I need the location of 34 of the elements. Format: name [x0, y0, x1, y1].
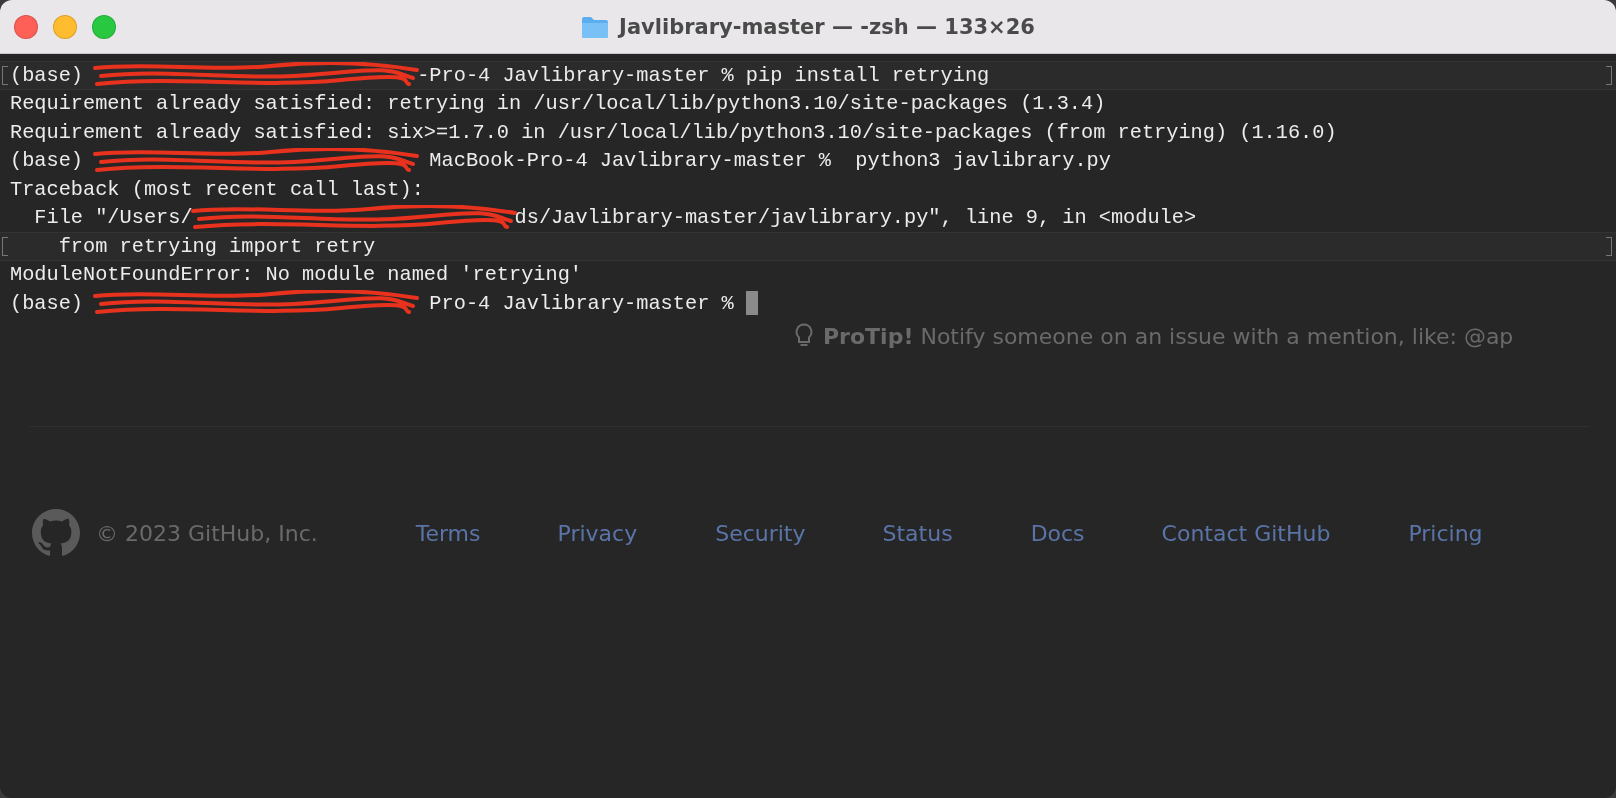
terminal-text: ds/Javlibrary-master/javlibrary.py", line 9, in <module> — [514, 206, 1197, 230]
terminal-text: from retrying import retry — [57, 234, 376, 258]
terminal-text: Pro-4 Javlibrary-master % — [428, 291, 735, 315]
copyright-text: © 2023 GitHub, Inc. — [96, 520, 318, 546]
github-logo-icon — [32, 509, 80, 557]
footer-link[interactable]: Docs — [1030, 520, 1085, 546]
terminal-text: Requirement already satisfied: retrying in /usr/local/lib/python3.10/site-packages (1.3.4) — [10, 92, 1106, 116]
terminal-text: Requirement already satisfied: six>=1.7.0 in /usr/local/lib/python3.10/site-packages (from retrying) (1.16.0) — [10, 120, 1337, 144]
zoom-button[interactable] — [92, 14, 116, 39]
footer-link[interactable]: Contact GitHub — [1161, 520, 1331, 546]
footer-link[interactable]: Status — [882, 520, 953, 546]
footer-link[interactable]: Terms — [415, 520, 481, 546]
terminal-text: File "/Users/ — [33, 206, 193, 230]
folder-icon — [581, 14, 610, 39]
terminal-text: MacBook-Pro-4 Javlibrary-master % python3 javlibrary.py — [428, 149, 1111, 173]
text-cursor — [745, 291, 758, 316]
footer-link[interactable]: Security — [715, 520, 806, 546]
mark-bracket — [2, 66, 8, 85]
terminal-text: Traceback (most recent call last): — [10, 177, 424, 201]
footer-link[interactable]: Pricing — [1408, 520, 1483, 546]
terminal-text: (base) — [10, 291, 85, 315]
terminal-text: -Pro-4 Javlibrary-master % pip install retrying — [417, 63, 990, 87]
mark-bracket — [1606, 237, 1612, 256]
footer-link[interactable]: Privacy — [557, 520, 638, 546]
mark-bracket — [1606, 66, 1612, 85]
terminal-text: (base) — [10, 63, 85, 87]
terminal-text: ModuleNotFoundError: No module named 'retrying' — [10, 263, 583, 287]
protip-text: ProTip! Notify someone on an issue with a mention, like: @ap — [823, 323, 1514, 349]
close-button[interactable] — [14, 14, 38, 39]
terminal-text: (base) — [10, 149, 85, 173]
mark-bracket — [2, 237, 8, 256]
minimize-button[interactable] — [53, 14, 77, 39]
lightbulb-icon — [795, 323, 813, 349]
window-title: Javlibrary-master — -zsh — 133×26 — [619, 14, 1035, 39]
